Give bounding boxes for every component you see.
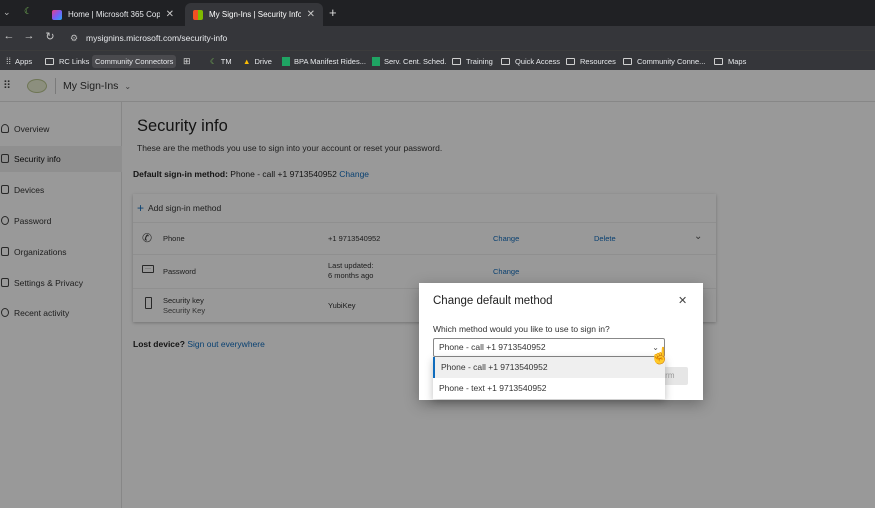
method-dropdown-list: Phone - call +1 9713540952 Phone - text … xyxy=(433,357,665,399)
hand-cursor-icon: ☝ xyxy=(650,348,670,365)
close-icon[interactable]: ✕ xyxy=(166,9,174,20)
tab-title: My Sign-Ins | Security Info | Mic xyxy=(209,10,301,19)
bookmark-maps[interactable]: Maps xyxy=(714,51,746,71)
tab-my-signins[interactable]: My Sign-Ins | Security Info | Mic ✕ xyxy=(185,3,323,26)
option-phone-call[interactable]: Phone - call +1 9713540952 xyxy=(433,357,665,378)
browser-tab-bar: ⌄ ☾ Home | Microsoft 365 Copilot ✕ My Si… xyxy=(0,0,875,26)
bookmark-drive[interactable]: ▲ Drive xyxy=(243,51,272,71)
copilot-icon xyxy=(52,9,62,20)
browser-toolbar: ← → ↻ ⚙ mysignins.microsoft.com/security… xyxy=(0,26,875,50)
moon-icon: ☾ xyxy=(210,56,217,66)
bookmarks-bar: ⁞⁞ Apps RC Links Community Connectors ⊞ ☾… xyxy=(0,50,875,70)
folder-icon xyxy=(566,57,575,65)
url-text: mysignins.microsoft.com/security-info xyxy=(86,33,228,43)
bookmark-serv-cent[interactable]: Serv. Cent. Sched. xyxy=(372,51,446,71)
grid-icon: ⊞ xyxy=(183,55,191,66)
microsoft-logo-icon xyxy=(193,9,203,20)
address-bar[interactable]: ⚙ mysignins.microsoft.com/security-info xyxy=(66,29,866,47)
bookmark-bpa-manifest[interactable]: BPA Manifest Rides... xyxy=(282,51,366,71)
folder-icon xyxy=(501,57,510,65)
tab-copilot[interactable]: Home | Microsoft 365 Copilot ✕ xyxy=(44,3,182,26)
folder-icon xyxy=(623,57,632,65)
apps-grid-icon: ⁞⁞ xyxy=(6,56,12,66)
close-icon[interactable]: ✕ xyxy=(678,294,687,307)
bookmark-training[interactable]: Training xyxy=(452,51,493,71)
new-tab-button[interactable]: + xyxy=(329,5,337,20)
sheets-icon xyxy=(282,56,290,66)
bookmark-rc-links[interactable]: RC Links xyxy=(45,51,89,71)
tab-title: Home | Microsoft 365 Copilot xyxy=(68,10,160,19)
bookmark-community-conne[interactable]: Community Conne... xyxy=(623,51,705,71)
bookmark-tm[interactable]: ☾ TM xyxy=(210,51,232,71)
bookmark-resources[interactable]: Resources xyxy=(566,51,616,71)
reload-icon[interactable]: ↻ xyxy=(42,30,58,43)
dialog-question: Which method would you like to use to si… xyxy=(433,324,610,334)
back-arrow-icon[interactable]: ← xyxy=(1,30,17,42)
forward-arrow-icon[interactable]: → xyxy=(21,30,37,42)
pinned-tab[interactable]: ☾ xyxy=(24,6,38,20)
folder-icon xyxy=(452,57,461,65)
folder-icon xyxy=(714,57,723,65)
sheets-icon xyxy=(372,56,380,66)
close-icon[interactable]: ✕ xyxy=(307,9,315,20)
method-select[interactable]: Phone - call +1 9713540952 ⌄ xyxy=(433,338,665,357)
bookmark-grid[interactable]: ⊞ xyxy=(183,51,191,71)
bookmark-quick-access[interactable]: Quick Access xyxy=(501,51,560,71)
tab-search-icon[interactable]: ⌄ xyxy=(3,7,15,19)
bookmark-community-connectors[interactable]: Community Connectors xyxy=(92,51,177,71)
bookmark-apps[interactable]: ⁞⁞ Apps xyxy=(6,51,32,71)
drive-icon: ▲ xyxy=(243,56,251,66)
option-phone-text[interactable]: Phone - text +1 9713540952 xyxy=(433,378,665,399)
dialog-title: Change default method xyxy=(433,295,553,307)
site-info-icon[interactable]: ⚙ xyxy=(70,29,78,47)
folder-icon xyxy=(45,57,54,65)
